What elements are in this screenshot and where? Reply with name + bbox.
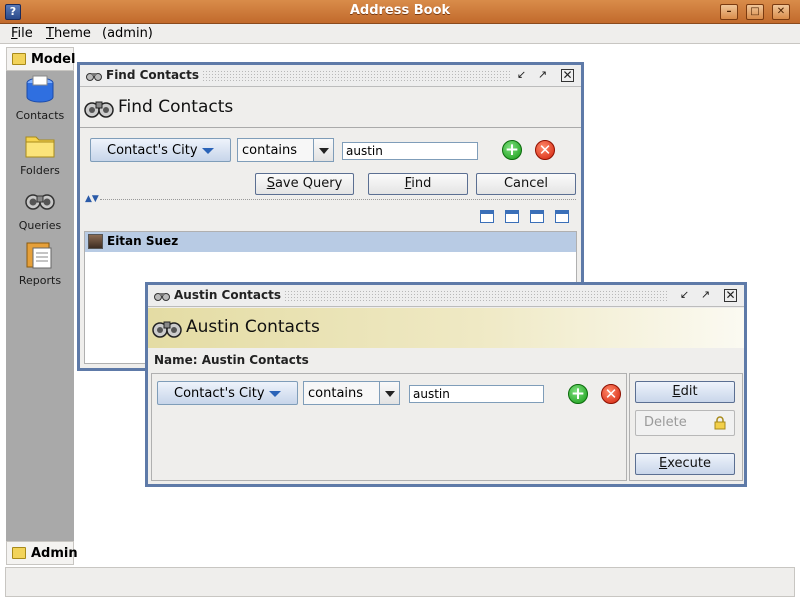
binoculars-icon (154, 293, 170, 301)
add-criterion-icon[interactable]: + (568, 384, 588, 404)
table-view-icon[interactable] (505, 210, 519, 223)
window-title: Address Book (349, 3, 451, 18)
minimize-icon[interactable]: ↙ (678, 289, 691, 302)
dropdown-arrow-icon[interactable] (379, 382, 399, 404)
menu-user[interactable]: (admin) (102, 26, 153, 41)
maximize-icon[interactable]: ↗ (699, 289, 712, 302)
window-titlebar[interactable]: ? Address Book – □ ✕ (0, 0, 800, 24)
operator-select[interactable]: contains (237, 138, 334, 162)
find-contacts-title: Find Contacts (106, 68, 204, 82)
splitter[interactable] (100, 199, 576, 200)
collapse-toggle-icon[interactable]: ▲▼ (85, 194, 99, 204)
star-view-icon[interactable] (530, 210, 544, 223)
folder-icon (12, 547, 26, 559)
austin-contacts-window[interactable]: Austin Contacts ↙ ↗ ✕ Austin Contacts Na… (145, 282, 747, 487)
menu-theme[interactable]: Theme (46, 26, 91, 41)
find-contacts-banner: Find Contacts (80, 88, 581, 128)
close-icon[interactable]: ✕ (724, 289, 737, 302)
save-query-button[interactable]: Save Query (255, 173, 354, 195)
edit-button[interactable]: Edit (635, 381, 735, 403)
chevron-down-icon (269, 391, 281, 397)
close-icon[interactable]: ✕ (561, 69, 574, 82)
title-grip (190, 70, 510, 82)
menu-file[interactable]: File (11, 26, 33, 41)
austin-contacts-title: Austin Contacts (174, 288, 285, 302)
minimize-icon[interactable]: ↙ (515, 69, 528, 82)
sidebar-header-model[interactable]: Model (6, 47, 75, 71)
cancel-button[interactable]: Cancel (476, 173, 576, 195)
add-criterion-icon[interactable]: + (502, 140, 522, 160)
sidebar-item-queries[interactable]: Queries (6, 184, 74, 239)
search-value-input[interactable]: austin (342, 142, 478, 160)
status-bar (5, 567, 795, 597)
avatar (88, 234, 103, 249)
minimize-button[interactable]: – (720, 4, 738, 20)
list-item[interactable]: Eitan Suez (85, 232, 576, 252)
search-value-input[interactable]: austin (409, 385, 544, 403)
report-icon (26, 242, 52, 269)
sidebar-item-folders[interactable]: Folders (6, 129, 74, 184)
close-button[interactable]: ✕ (772, 4, 790, 20)
query-name-label: Name: Austin Contacts (154, 353, 309, 367)
title-grip (278, 290, 668, 302)
sidebar-item-reports[interactable]: Reports (6, 239, 74, 294)
binoculars-icon (84, 101, 114, 118)
binoculars-icon (25, 194, 55, 210)
split-view-icon[interactable] (555, 210, 569, 223)
maximize-icon[interactable]: ↗ (536, 69, 549, 82)
folder-icon (12, 53, 26, 65)
remove-criterion-icon[interactable]: ✕ (535, 140, 555, 160)
find-contacts-titlebar[interactable]: Find Contacts ↙ ↗ ✕ (80, 65, 581, 87)
execute-button[interactable]: Execute (635, 453, 735, 475)
contacts-icon (26, 75, 54, 103)
folder-icon (25, 136, 55, 158)
chevron-down-icon (202, 148, 214, 154)
field-selector[interactable]: Contact's City (90, 138, 231, 162)
operator-select[interactable]: contains (303, 381, 400, 405)
sidebar-item-contacts[interactable]: Contacts (6, 74, 74, 129)
dropdown-arrow-icon[interactable] (313, 139, 333, 161)
austin-contacts-titlebar[interactable]: Austin Contacts ↙ ↗ ✕ (148, 285, 744, 307)
austin-contacts-heading: Austin Contacts (186, 317, 320, 337)
lock-icon (714, 416, 726, 430)
remove-criterion-icon[interactable]: ✕ (601, 384, 621, 404)
delete-button[interactable]: Delete (635, 410, 735, 436)
sidebar: Contacts Folders Queries Reports (6, 71, 74, 541)
find-button[interactable]: Find (368, 173, 468, 195)
menubar: File Theme (admin) (0, 24, 800, 44)
sidebar-footer-admin[interactable]: Admin (6, 541, 78, 565)
binoculars-icon (152, 321, 182, 338)
binoculars-icon (86, 73, 102, 81)
window-view-icon[interactable] (480, 210, 494, 223)
austin-contacts-banner: Austin Contacts (148, 308, 744, 348)
find-contacts-heading: Find Contacts (118, 97, 234, 117)
maximize-button[interactable]: □ (746, 4, 764, 20)
field-selector[interactable]: Contact's City (157, 381, 298, 405)
